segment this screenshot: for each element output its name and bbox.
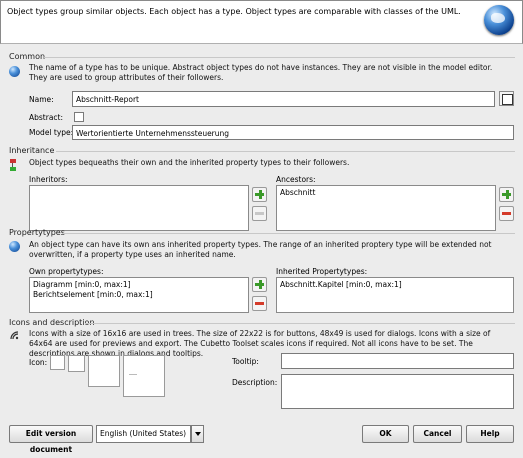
list-item[interactable]: Abschnitt — [280, 188, 492, 198]
section-title-common: Common — [9, 52, 46, 61]
abstract-label: Abstract: — [29, 113, 64, 122]
ancestors-list[interactable]: Abschnitt — [276, 185, 496, 231]
list-item[interactable]: Abschnitt.Kapitel [min:0, max:1] — [280, 280, 510, 290]
name-field[interactable]: Abschnitt-Report — [72, 91, 495, 107]
icon-label: Icon: — [29, 358, 48, 367]
icon-preview-mark — [129, 374, 137, 375]
section-title-icons: Icons and description — [9, 318, 95, 327]
remove-own-propertytype-button[interactable] — [252, 296, 267, 311]
inheritance-description: Object types bequeaths their own and the… — [29, 158, 350, 167]
inheritors-label: Inheritors: — [29, 175, 68, 184]
edit-text-icon — [502, 94, 513, 105]
tooltip-label: Tooltip: — [232, 357, 259, 366]
add-inheritor-button[interactable] — [252, 187, 267, 202]
dialog-header: Object types group similar objects. Each… — [0, 0, 523, 44]
inherited-propertytypes-label: Inherited Propertytypes: — [276, 267, 368, 276]
cancel-button[interactable]: Cancel — [413, 425, 462, 443]
divider — [62, 233, 515, 234]
list-item[interactable]: Berichtselement [min:0, max:1] — [33, 290, 245, 300]
inherited-propertytypes-list[interactable]: Abschnitt.Kapitel [min:0, max:1] — [276, 277, 514, 313]
add-ancestor-button[interactable] — [499, 187, 514, 202]
remove-inheritor-button[interactable] — [252, 206, 267, 221]
divider — [85, 323, 515, 324]
modeltype-label: Model type: — [29, 128, 74, 137]
inheritance-icon — [10, 159, 19, 171]
icon-16-slot[interactable] — [50, 355, 65, 370]
icon-22-slot[interactable] — [68, 355, 85, 372]
edit-version-document-button[interactable]: Edit version document — [9, 425, 93, 454]
own-propertytypes-label: Own propertytypes: — [29, 267, 104, 276]
divider — [44, 57, 515, 58]
modeltype-field[interactable]: Wertorientierte Unternehmenssteuerung — [72, 125, 514, 140]
section-title-inheritance: Inheritance — [9, 146, 55, 155]
section-title-propertytypes: Propertytypes — [9, 228, 65, 237]
language-select[interactable]: English (United States) — [96, 425, 191, 443]
icon-64-slot[interactable] — [123, 355, 165, 397]
list-item[interactable]: Diagramm [min:0, max:1] — [33, 280, 245, 290]
propertytypes-globe-icon — [9, 241, 20, 252]
common-globe-icon — [9, 66, 20, 77]
own-propertytypes-list[interactable]: Diagramm [min:0, max:1] Berichtselement … — [29, 277, 249, 313]
help-button[interactable]: Help — [466, 425, 514, 443]
ancestors-label: Ancestors: — [276, 175, 316, 184]
language-dropdown-arrow[interactable] — [191, 425, 204, 443]
name-editor-button[interactable] — [499, 91, 514, 106]
abstract-checkbox[interactable] — [74, 112, 84, 122]
common-description: The name of a type has to be unique. Abs… — [29, 63, 493, 82]
name-label: Name: — [29, 95, 54, 104]
remove-ancestor-button[interactable] — [499, 206, 514, 221]
description-label: Description: — [232, 378, 278, 387]
signal-icon — [9, 330, 19, 340]
ok-button[interactable]: OK — [362, 425, 409, 443]
add-own-propertytype-button[interactable] — [252, 277, 267, 292]
divider — [56, 151, 515, 152]
propertytypes-description: An object type can have its own ans inhe… — [29, 240, 492, 259]
inheritors-list[interactable] — [29, 185, 249, 231]
icon-48-slot[interactable] — [88, 355, 120, 387]
description-field[interactable] — [281, 374, 514, 409]
tooltip-field[interactable] — [281, 353, 514, 369]
header-description: Object types group similar objects. Each… — [7, 7, 461, 16]
globe-icon — [484, 5, 514, 35]
